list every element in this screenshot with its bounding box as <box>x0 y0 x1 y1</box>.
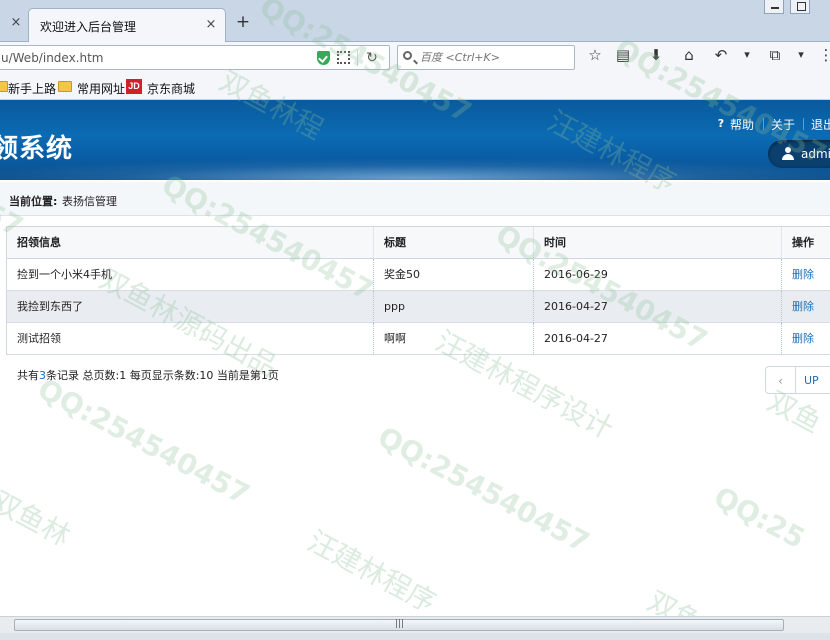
shield-icon[interactable] <box>317 51 330 65</box>
logout-link[interactable]: 退出 <box>811 116 830 133</box>
per-page-count: 10 <box>199 369 214 382</box>
status-bar <box>0 633 830 640</box>
bookmark-item[interactable]: 京东商城 <box>147 80 195 97</box>
bookmark-star-icon[interactable]: ☆ <box>586 46 604 64</box>
column-header: 招领信息 <box>17 236 61 249</box>
chevron-down-icon[interactable]: ▾ <box>792 46 810 64</box>
window-minimize-button[interactable] <box>764 0 784 14</box>
table-row: 我捡到东西了 ppp 2016-04-27 删除 <box>7 291 830 323</box>
tab-title: 欢迎进入后台管理 <box>40 20 137 34</box>
delete-link[interactable]: 删除 <box>792 332 814 345</box>
scrollbar-thumb[interactable]: ||| <box>14 619 784 631</box>
data-table: 招领信息 标题 时间 操作 捡到一个小米4手机 奖金50 2016-06-29 … <box>6 226 830 355</box>
table-row: 测试招领 啊啊 2016-04-27 删除 <box>7 323 830 355</box>
browser-nav-bar: u/Web/index.htm ↻ <box>0 42 830 74</box>
about-link[interactable]: 关于 <box>771 116 795 133</box>
folder-icon <box>58 81 72 92</box>
watermark: 汪建林程序 <box>302 524 442 620</box>
chevron-down-icon[interactable]: ▾ <box>738 46 756 64</box>
table-header: 招领信息 标题 时间 操作 <box>7 227 830 259</box>
divider <box>803 118 804 130</box>
bookmark-item[interactable]: 新手上路 <box>8 80 56 97</box>
menu-icon[interactable]: ⋮ <box>817 46 830 64</box>
cell-title: ppp <box>373 291 533 323</box>
download-icon[interactable]: ⬇ <box>647 46 665 64</box>
horizontal-scrollbar[interactable]: ||| <box>0 616 830 633</box>
delete-link[interactable]: 删除 <box>792 268 814 281</box>
tab-close-icon[interactable]: × <box>203 17 219 33</box>
summary-text: 条记录 总页数: <box>46 369 120 382</box>
cell-action: 删除 <box>781 259 830 291</box>
scrollbar-grip: ||| <box>395 619 405 629</box>
app-title: 领系统 <box>0 134 74 164</box>
column-header: 标题 <box>373 227 533 259</box>
browser-tab[interactable]: 欢迎进入后台管理 × <box>28 8 226 42</box>
watermark: QQ:254540457 <box>372 420 595 560</box>
pager-up-button[interactable]: UP <box>795 366 830 394</box>
window-maximize-button[interactable] <box>790 0 810 14</box>
breadcrumb: 当前位置: 表扬信管理 <box>0 182 830 216</box>
crop-icon[interactable]: ⧉ <box>766 46 784 64</box>
jd-logo-icon: JD <box>126 79 142 94</box>
record-summary: 共有3条记录 总页数:1 每页显示条数:10 当前是第1页 <box>17 367 279 383</box>
home-icon[interactable]: ⌂ <box>680 46 698 64</box>
cell-info: 捡到一个小米4手机 <box>17 268 112 281</box>
browser-tab-bar: × 欢迎进入后台管理 × + <box>0 0 830 42</box>
cell-time: 2016-04-27 <box>533 291 781 323</box>
search-input[interactable] <box>420 49 570 66</box>
bookmark-item[interactable]: 常用网址 <box>77 80 125 97</box>
help-icon[interactable]: ? <box>715 118 727 130</box>
summary-text: 当前是第 <box>213 369 261 382</box>
reload-icon[interactable]: ↻ <box>364 50 380 66</box>
qr-code-icon[interactable] <box>337 51 350 64</box>
back-icon[interactable]: ↶ <box>712 46 730 64</box>
search-icon <box>403 51 412 60</box>
user-icon <box>782 147 794 160</box>
divider <box>357 50 358 66</box>
watermark: QQ:254540457 <box>32 372 255 512</box>
summary-text: 每页显示条数: <box>126 369 200 382</box>
breadcrumb-current: 表扬信管理 <box>62 195 117 208</box>
current-page: 1 <box>260 369 268 382</box>
url-text[interactable]: u/Web/index.htm <box>1 51 104 65</box>
cell-action: 删除 <box>781 323 830 355</box>
reader-icon[interactable]: ▤ <box>614 46 632 64</box>
cell-action: 删除 <box>781 291 830 323</box>
close-icon[interactable]: × <box>8 15 24 31</box>
app-header: 领系统 <box>0 100 830 180</box>
cell-info: 测试招领 <box>17 332 61 345</box>
help-link[interactable]: 帮助 <box>730 116 754 133</box>
divider <box>763 118 764 130</box>
bookmarks-bar: 新手上路 常用网址 JD 京东商城 <box>0 74 830 100</box>
table-row: 捡到一个小米4手机 奖金50 2016-06-29 删除 <box>7 259 830 291</box>
total-count: 3 <box>39 369 46 382</box>
cell-time: 2016-04-27 <box>533 323 781 355</box>
cell-title: 啊啊 <box>373 323 533 355</box>
cell-title: 奖金50 <box>373 259 533 291</box>
search-box[interactable] <box>397 45 575 70</box>
column-header: 操作 <box>781 227 830 259</box>
watermark: 双鱼林 <box>0 484 76 553</box>
new-tab-button[interactable]: + <box>234 13 252 31</box>
summary-text: 共有 <box>17 369 39 382</box>
breadcrumb-label: 当前位置: <box>9 195 58 208</box>
delete-link[interactable]: 删除 <box>792 300 814 313</box>
user-name: admin <box>801 147 830 161</box>
summary-text: 页 <box>267 369 279 382</box>
folder-icon <box>0 81 8 92</box>
pager-prev-button[interactable]: ‹ <box>765 366 795 394</box>
watermark: QQ:25 <box>708 480 811 556</box>
address-bar[interactable]: u/Web/index.htm ↻ <box>0 45 390 70</box>
cell-time: 2016-06-29 <box>533 259 781 291</box>
user-badge[interactable]: admin <box>768 140 830 168</box>
cell-info: 我捡到东西了 <box>17 300 83 313</box>
column-header: 时间 <box>533 227 781 259</box>
